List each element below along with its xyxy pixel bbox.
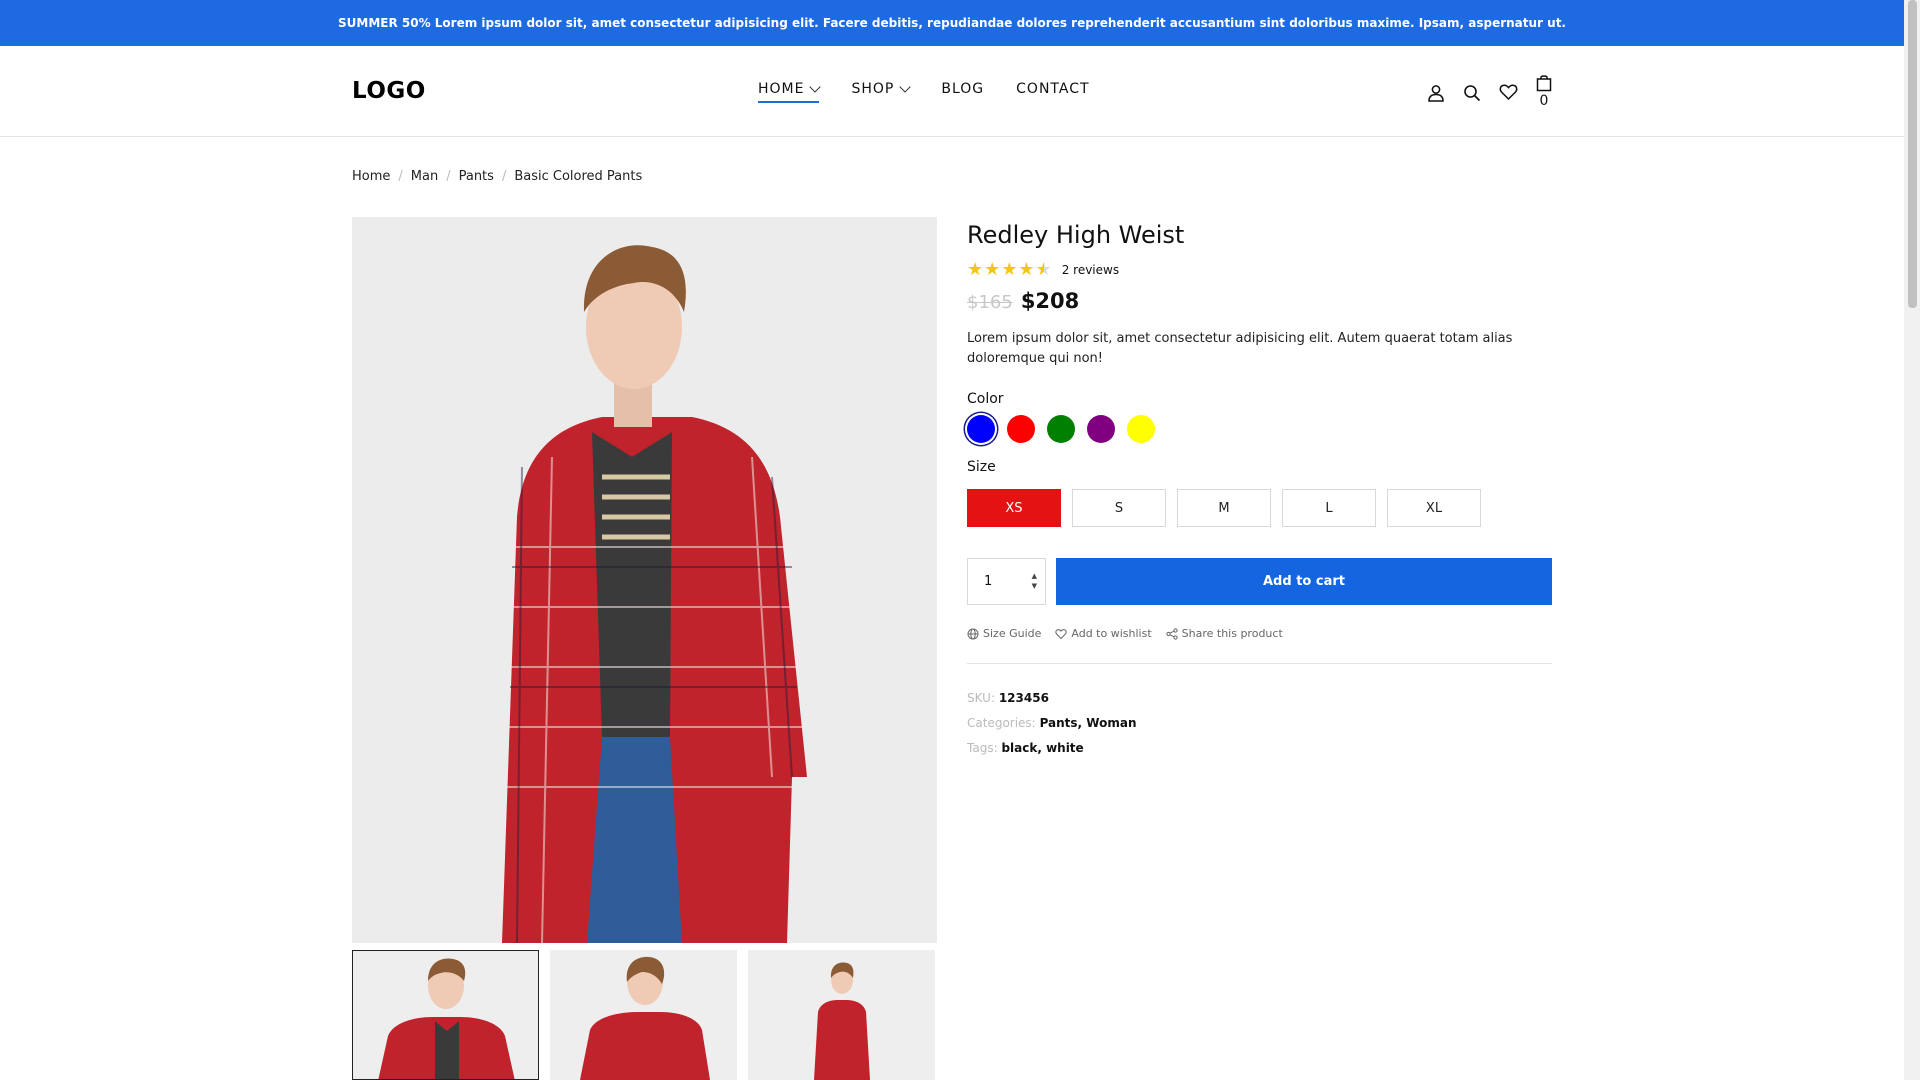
heart-icon	[1055, 628, 1068, 639]
search-icon[interactable]	[1462, 82, 1482, 104]
quantity-arrows[interactable]: ▲ ▼	[1032, 573, 1037, 590]
product-description: Lorem ipsum dolor sit, amet consectetur …	[967, 331, 1513, 366]
tags-row: Tags: black, white	[967, 736, 1552, 761]
color-label: Color	[967, 391, 1004, 407]
page-scrollbar[interactable]	[1904, 0, 1920, 1080]
star-icon: ★	[967, 259, 984, 280]
tags-label: Tags:	[967, 741, 998, 755]
quantity-value[interactable]: 1	[984, 574, 992, 589]
add-to-cart-row: 1 ▲ ▼ Add to cart	[967, 558, 1552, 605]
categories-value[interactable]: Pants, Woman	[1040, 716, 1137, 730]
star-icon: ★	[1018, 259, 1035, 280]
breadcrumb-man[interactable]: Man	[411, 169, 438, 184]
size-button-xs[interactable]: XS	[967, 489, 1061, 527]
star-icon: ★	[984, 259, 1001, 280]
color-swatch-blue[interactable]	[967, 415, 995, 443]
half-star-icon: ★	[1035, 259, 1052, 280]
site-header: LOGO HOME SHOP BLOG CONTACT 0	[0, 46, 1904, 137]
size-button-xl[interactable]: XL	[1387, 489, 1481, 527]
sku-row: SKU: 123456	[967, 686, 1552, 711]
sku-label: SKU:	[967, 691, 995, 705]
wishlist-label: Add to wishlist	[1071, 627, 1152, 640]
logo[interactable]: LOGO	[352, 78, 426, 104]
star-rating: ★ ★ ★ ★ ★	[967, 261, 1052, 279]
product-info: Redley High Weist ★ ★ ★ ★ ★ 2 reviews $1…	[967, 217, 1552, 761]
shopping-bag-icon	[1534, 72, 1554, 94]
current-price: $208	[1020, 289, 1080, 313]
decrease-icon[interactable]: ▼	[1032, 583, 1037, 590]
nav-shop-label: SHOP	[851, 81, 895, 97]
tags-value[interactable]: black, white	[1001, 741, 1083, 755]
nav-blog-label: BLOG	[941, 81, 985, 97]
share-label: Share this product	[1181, 627, 1283, 640]
promo-bar: SUMMER 50% Lorem ipsum dolor sit, amet c…	[0, 0, 1904, 46]
chevron-down-icon	[809, 81, 822, 93]
reviews-link[interactable]: 2 reviews	[1062, 263, 1119, 277]
size-label: Size	[967, 459, 996, 475]
cart-count: 0	[1539, 93, 1549, 109]
thumbnail-strip	[352, 950, 935, 1080]
categories-row: Categories: Pants, Woman	[967, 711, 1552, 736]
product-main-image[interactable]	[352, 217, 937, 943]
user-icon[interactable]	[1426, 82, 1446, 104]
nav-contact[interactable]: CONTACT	[1016, 81, 1089, 97]
main-nav: HOME SHOP BLOG CONTACT	[758, 81, 1090, 103]
product-meta: SKU: 123456 Categories: Pants, Woman Tag…	[967, 686, 1552, 761]
product-title: Redley High Weist	[967, 221, 1185, 249]
old-price: $165	[967, 292, 1013, 313]
price-row: $165 $208	[967, 289, 1552, 313]
size-options: XS S M L XL	[967, 489, 1552, 527]
color-swatch-green[interactable]	[1047, 415, 1075, 443]
nav-blog[interactable]: BLOG	[941, 81, 984, 97]
promo-text: SUMMER 50% Lorem ipsum dolor sit, amet c…	[337, 16, 1566, 30]
share-icon	[1166, 627, 1178, 640]
size-button-s[interactable]: S	[1072, 489, 1166, 527]
nav-home-label: HOME	[758, 81, 805, 97]
color-swatch-red[interactable]	[1007, 415, 1035, 443]
star-icon: ★	[1001, 259, 1018, 280]
size-button-m[interactable]: M	[1177, 489, 1271, 527]
quantity-stepper[interactable]: 1 ▲ ▼	[967, 558, 1046, 605]
breadcrumb-separator: /	[501, 169, 507, 184]
size-guide-link[interactable]: Size Guide	[967, 627, 1041, 640]
thumbnail-3[interactable]	[748, 950, 935, 1080]
heart-icon[interactable]	[1498, 81, 1518, 103]
rating-row: ★ ★ ★ ★ ★ 2 reviews	[967, 261, 1552, 279]
nav-contact-label: CONTACT	[1016, 81, 1090, 97]
thumbnail-2[interactable]	[550, 950, 737, 1080]
color-swatch-yellow[interactable]	[1127, 415, 1155, 443]
size-guide-label: Size Guide	[983, 627, 1042, 640]
share-product-link[interactable]: Share this product	[1166, 627, 1283, 640]
categories-label: Categories:	[967, 716, 1036, 730]
cart-button[interactable]: 0	[1534, 72, 1554, 108]
increase-icon[interactable]: ▲	[1032, 573, 1037, 580]
thumbnail-1[interactable]	[352, 950, 539, 1080]
breadcrumb-separator: /	[446, 169, 451, 184]
breadcrumb-pants[interactable]: Pants	[459, 169, 494, 184]
header-icons: 0	[1426, 72, 1554, 108]
scrollbar-thumb[interactable]	[1908, 0, 1917, 308]
product-actions: Size Guide Add to wishlist Share this pr…	[967, 627, 1552, 640]
nav-home[interactable]: HOME	[758, 81, 822, 103]
globe-icon	[967, 628, 979, 639]
breadcrumb-current: Basic Colored Pants	[514, 169, 643, 184]
breadcrumb: Home / Man / Pants / Basic Colored Pants	[352, 169, 642, 184]
add-to-wishlist-link[interactable]: Add to wishlist	[1055, 627, 1152, 640]
breadcrumb-separator: /	[398, 169, 403, 184]
color-swatch-purple[interactable]	[1087, 415, 1115, 443]
size-button-l[interactable]: L	[1282, 489, 1376, 527]
divider	[967, 663, 1552, 664]
sku-value: 123456	[998, 691, 1049, 705]
chevron-down-icon	[899, 81, 912, 93]
color-swatches	[967, 415, 1552, 443]
nav-shop[interactable]: SHOP	[851, 81, 912, 97]
breadcrumb-home[interactable]: Home	[352, 169, 390, 184]
add-to-cart-button[interactable]: Add to cart	[1056, 558, 1552, 605]
